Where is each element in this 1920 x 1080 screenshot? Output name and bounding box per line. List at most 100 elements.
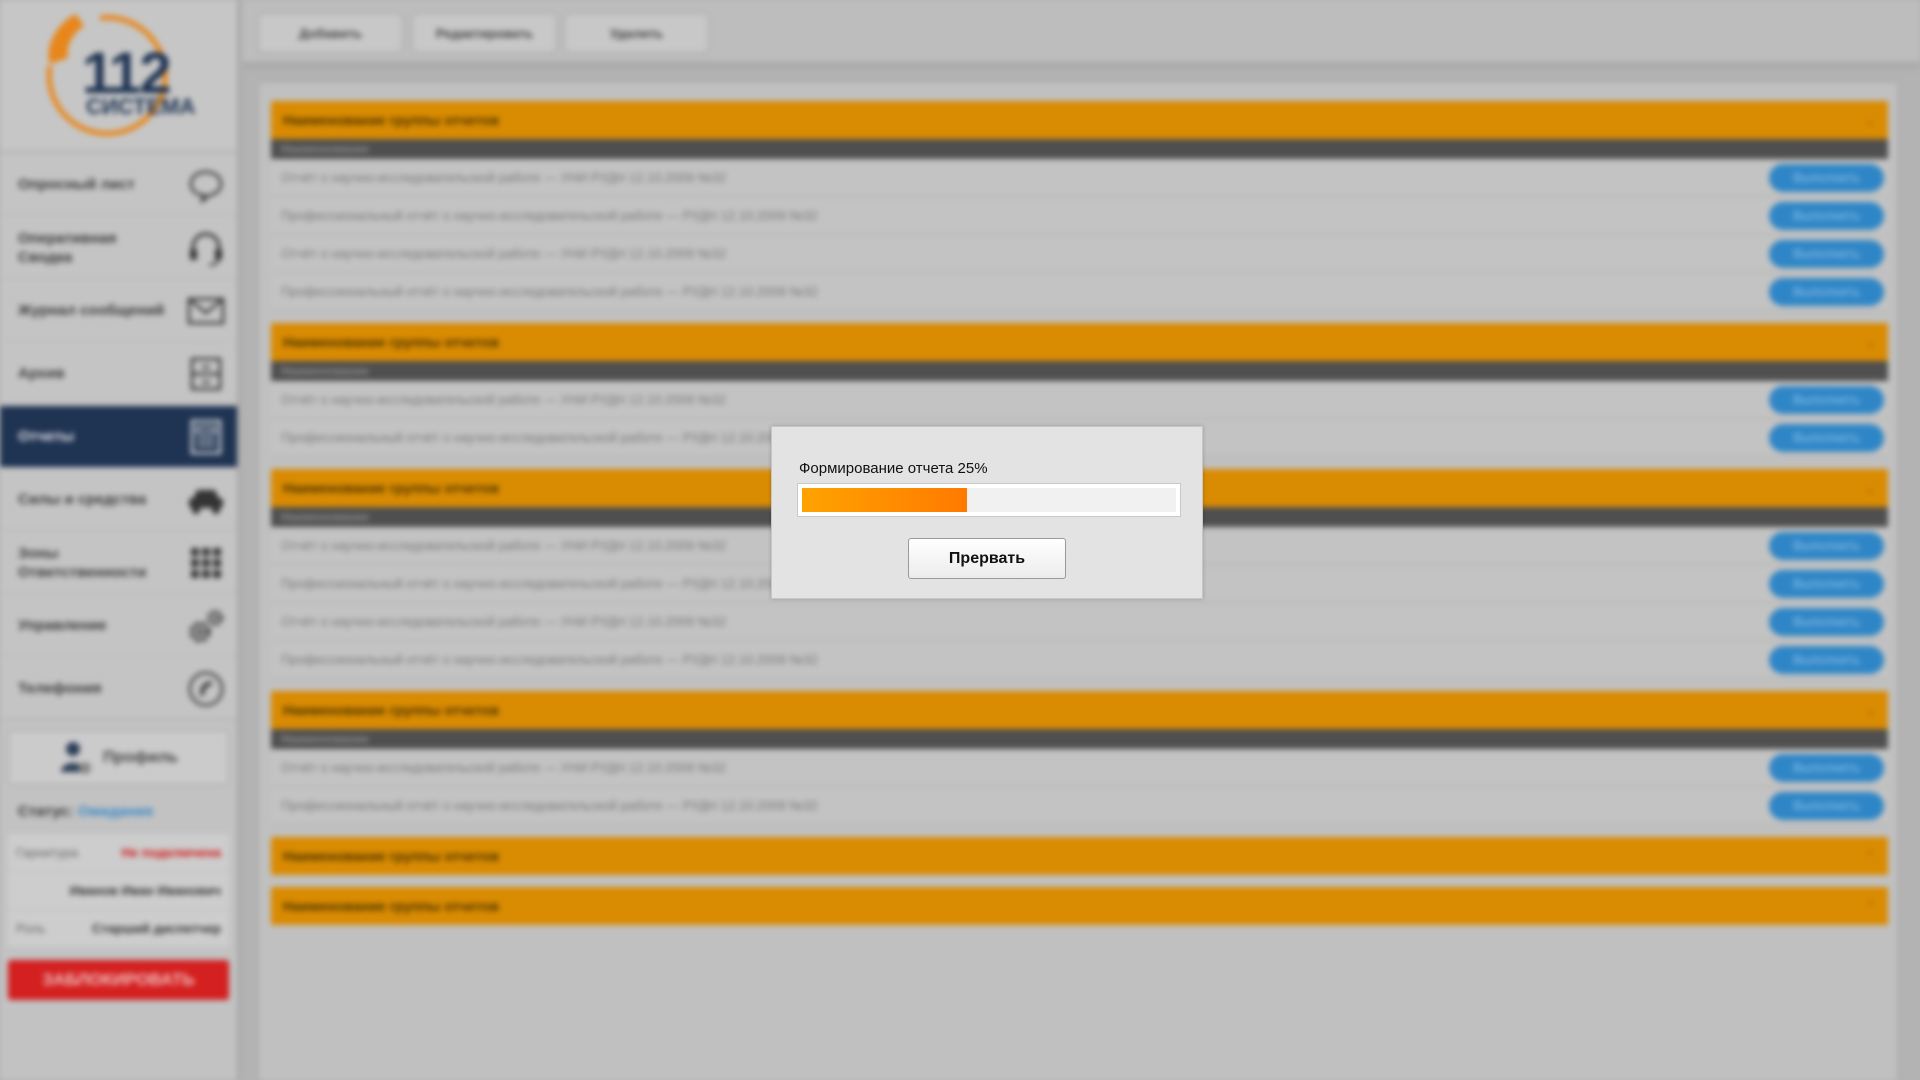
profile-button[interactable]: Профиль bbox=[8, 730, 229, 785]
sidebar-item-label: Журнал сообщений bbox=[18, 302, 165, 319]
report-row[interactable]: Профессиональный отчёт о научно-исследов… bbox=[271, 787, 1888, 825]
report-name: Отчёт о научно-исследовательской работе … bbox=[281, 760, 727, 775]
lock-button[interactable]: ЗАБЛОКИРОВАТЬ bbox=[8, 960, 229, 1000]
logo: 112 СИСТЕМА bbox=[0, 0, 237, 153]
chat-bubble-icon bbox=[187, 166, 225, 204]
group-header[interactable]: Наименование группы отчетов ⌄ bbox=[271, 691, 1888, 729]
report-name: Профессиональный отчёт о научно-исследов… bbox=[281, 430, 818, 445]
sidebar-item-label: Оперативная Сводка bbox=[18, 229, 117, 266]
sidebar-item-reports[interactable]: Отчеты bbox=[0, 405, 237, 468]
group-header[interactable]: Наименование группы отчетов ⌄ bbox=[271, 101, 1888, 139]
chevron-down-icon: ⌄ bbox=[1864, 479, 1876, 496]
sidebar-item-telephony[interactable]: Телефония bbox=[0, 657, 237, 720]
sidebar-item-messages[interactable]: Журнал сообщений bbox=[0, 279, 237, 342]
execute-button[interactable]: Выполнить bbox=[1769, 531, 1884, 560]
execute-button[interactable]: Выполнить bbox=[1769, 201, 1884, 230]
execute-button[interactable]: Выполнить bbox=[1769, 385, 1884, 414]
abort-button[interactable]: Прервать bbox=[908, 538, 1066, 579]
status-label: Статус: bbox=[18, 803, 74, 820]
headset-key: Гарнитура bbox=[16, 845, 79, 860]
role-value: Старший диспетчер bbox=[92, 921, 221, 936]
report-document-icon bbox=[187, 418, 225, 456]
report-row[interactable]: Профессиональный отчёт о научно-исследов… bbox=[271, 641, 1888, 679]
sidebar-item-forces[interactable]: Силы и средства bbox=[0, 468, 237, 531]
sidebar-item-label: Силы и средства bbox=[18, 491, 147, 508]
sidebar-item-zones[interactable]: Зоны Ответственности bbox=[0, 531, 237, 594]
role-key: Роль bbox=[16, 921, 46, 936]
progress-bar bbox=[797, 483, 1181, 517]
group-title: Наименование группы отчетов bbox=[283, 480, 499, 496]
execute-button[interactable]: Выполнить bbox=[1769, 163, 1884, 192]
group-title: Наименование группы отчетов bbox=[283, 334, 499, 350]
column-header: Наименование bbox=[271, 139, 1888, 159]
report-row[interactable]: Отчёт о научно-исследовательской работе … bbox=[271, 603, 1888, 641]
execute-button[interactable]: Выполнить bbox=[1769, 423, 1884, 452]
phone-icon bbox=[187, 670, 225, 708]
status-value: Ожидание bbox=[77, 803, 154, 820]
execute-button[interactable]: Выполнить bbox=[1769, 569, 1884, 598]
report-row[interactable]: Отчёт о научно-исследовательской работе … bbox=[271, 749, 1888, 787]
group-title: Наименование группы отчетов bbox=[283, 702, 499, 718]
role-row: Роль Старший диспетчер bbox=[8, 910, 229, 948]
sidebar: 112 СИСТЕМА Опросный лист Оперативная Св… bbox=[0, 0, 240, 1080]
execute-button[interactable]: Выполнить bbox=[1769, 607, 1884, 636]
column-header: Наименование bbox=[271, 361, 1888, 381]
car-icon bbox=[187, 481, 225, 519]
report-row[interactable]: Отчёт о научно-исследовательской работе … bbox=[271, 159, 1888, 197]
sidebar-item-archive[interactable]: Архив bbox=[0, 342, 237, 405]
report-name: Профессиональный отчёт о научно-исследов… bbox=[281, 284, 818, 299]
user-info-box: Гарнитура Не подключена Иванов Иван Иван… bbox=[8, 834, 229, 948]
group-header[interactable]: Наименование группы отчетов ⌄ bbox=[271, 323, 1888, 361]
chevron-down-icon: ⌄ bbox=[1864, 701, 1876, 718]
status-row: Статус: Ожидание bbox=[18, 803, 237, 820]
report-row[interactable]: Отчёт о научно-исследовательской работе … bbox=[271, 235, 1888, 273]
sidebar-item-label: Опросный лист bbox=[18, 176, 135, 193]
report-row[interactable]: Отчёт о научно-исследовательской работе … bbox=[271, 381, 1888, 419]
report-name: Отчёт о научно-исследовательской работе … bbox=[281, 614, 727, 629]
archive-cabinet-icon bbox=[187, 355, 225, 393]
execute-button[interactable]: Выполнить bbox=[1769, 753, 1884, 782]
report-row[interactable]: Профессиональный отчёт о научно-исследов… bbox=[271, 197, 1888, 235]
execute-button[interactable]: Выполнить bbox=[1769, 239, 1884, 268]
report-name: Отчёт о научно-исследовательской работе … bbox=[281, 392, 727, 407]
progress-fill bbox=[802, 488, 967, 512]
envelope-icon bbox=[187, 292, 225, 330]
report-name: Отчёт о научно-исследовательской работе … bbox=[281, 538, 727, 553]
group-title: Наименование группы отчетов bbox=[283, 898, 499, 914]
edit-button[interactable]: Редактировать bbox=[412, 13, 557, 53]
sidebar-item-management[interactable]: Управление bbox=[0, 594, 237, 657]
sidebar-item-label: Управление bbox=[18, 617, 107, 634]
progress-dialog: Формирование отчета 25% Прервать bbox=[771, 426, 1203, 599]
group-title: Наименование группы отчетов bbox=[283, 848, 499, 864]
sidebar-item-label: Отчеты bbox=[18, 428, 75, 445]
chevron-up-icon: ⌃ bbox=[1864, 847, 1876, 864]
group-header[interactable]: Наименование группы отчетов ⌃ bbox=[271, 887, 1888, 925]
sidebar-item-label: Телефония bbox=[18, 680, 102, 697]
chevron-up-icon: ⌃ bbox=[1864, 897, 1876, 914]
group-header[interactable]: Наименование группы отчетов ⌃ bbox=[271, 837, 1888, 875]
logo-word: СИСТЕМА bbox=[86, 94, 196, 119]
execute-button[interactable]: Выполнить bbox=[1769, 791, 1884, 820]
execute-button[interactable]: Выполнить bbox=[1769, 645, 1884, 674]
user-name: Иванов Иван Иванович bbox=[69, 883, 221, 898]
report-name: Отчёт о научно-исследовательской работе … bbox=[281, 170, 727, 185]
add-button[interactable]: Добавить bbox=[258, 13, 403, 53]
report-name: Профессиональный отчёт о научно-исследов… bbox=[281, 798, 818, 813]
profile-label: Профиль bbox=[103, 748, 178, 766]
headset-row: Гарнитура Не подключена bbox=[8, 834, 229, 872]
user-icon bbox=[61, 741, 92, 774]
sidebar-item-summary[interactable]: Оперативная Сводка bbox=[0, 216, 237, 279]
progress-track bbox=[802, 488, 1176, 512]
report-row[interactable]: Профессиональный отчёт о научно-исследов… bbox=[271, 273, 1888, 311]
sidebar-item-questionnaire[interactable]: Опросный лист bbox=[0, 153, 237, 216]
grid-icon bbox=[187, 544, 225, 582]
report-name: Профессиональный отчёт о научно-исследов… bbox=[281, 652, 818, 667]
report-name: Профессиональный отчёт о научно-исследов… bbox=[281, 208, 818, 223]
execute-button[interactable]: Выполнить bbox=[1769, 277, 1884, 306]
gears-icon bbox=[187, 607, 225, 645]
delete-button[interactable]: Удалить bbox=[564, 13, 709, 53]
